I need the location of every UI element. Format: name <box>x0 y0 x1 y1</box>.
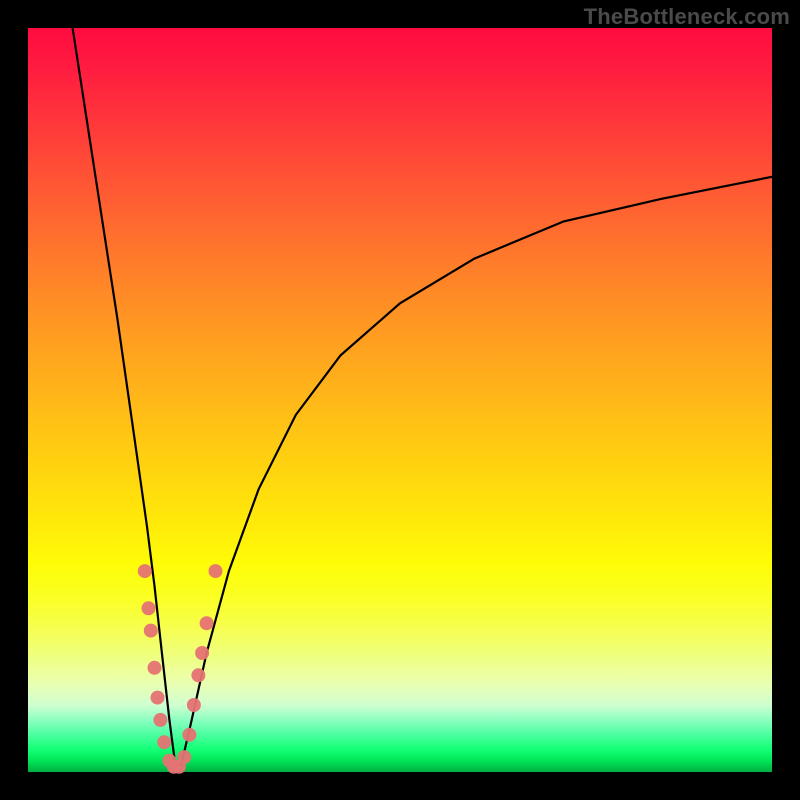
curve-marker <box>142 601 156 615</box>
curve-svg <box>28 28 772 772</box>
curve-marker <box>151 691 165 705</box>
curve-marker <box>157 735 171 749</box>
curve-marker <box>153 713 167 727</box>
curve-marker <box>191 668 205 682</box>
watermark-text: TheBottleneck.com <box>584 4 790 30</box>
curve-marker <box>177 750 191 764</box>
chart-frame: TheBottleneck.com <box>0 0 800 800</box>
curve-marker <box>209 564 223 578</box>
marker-group <box>138 564 223 774</box>
bottleneck-curve <box>73 28 772 765</box>
curve-marker <box>148 661 162 675</box>
plot-area <box>28 28 772 772</box>
curve-marker <box>200 616 214 630</box>
curve-marker <box>138 564 152 578</box>
curve-marker <box>187 698 201 712</box>
curve-marker <box>195 646 209 660</box>
curve-marker <box>144 624 158 638</box>
curve-marker <box>182 728 196 742</box>
